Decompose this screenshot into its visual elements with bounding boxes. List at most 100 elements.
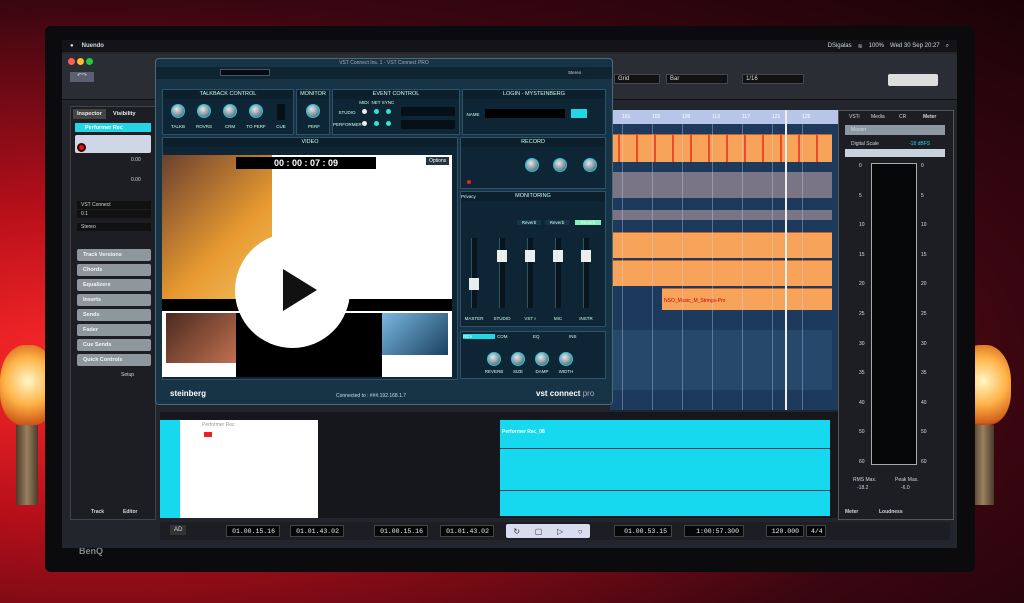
reverb-knob[interactable]: [487, 352, 501, 366]
tab-media[interactable]: Media: [871, 114, 885, 120]
close-button[interactable]: [68, 58, 75, 65]
audio-clip[interactable]: [610, 232, 832, 258]
record-button[interactable]: [204, 432, 212, 437]
preset-select[interactable]: Stereo: [566, 69, 596, 77]
master-fader[interactable]: [469, 238, 479, 308]
audio-clip-strings[interactable]: NSO_Music_M_Strings-Pro: [662, 288, 832, 310]
position-bars[interactable]: 01.00.53.15: [614, 525, 672, 537]
user-name[interactable]: DSigalas: [828, 43, 852, 50]
track-name[interactable]: Performer Rec: [75, 123, 151, 132]
automation-lane[interactable]: [610, 210, 832, 220]
undo-redo-buttons[interactable]: ↶↷: [70, 72, 94, 82]
tab-rev[interactable]: REV: [463, 334, 495, 339]
perf-knob[interactable]: [306, 104, 320, 118]
studio-fader[interactable]: [497, 238, 507, 308]
automation-lane[interactable]: [610, 172, 832, 198]
wifi-icon[interactable]: ≋: [858, 43, 863, 50]
setup-button[interactable]: Setup: [121, 372, 134, 378]
section-cue-sends[interactable]: Cue Sends: [77, 339, 151, 351]
punch-out-position[interactable]: 01.01.43.02: [440, 525, 494, 537]
rovrs-knob[interactable]: [197, 104, 211, 118]
record-led[interactable]: [467, 180, 471, 184]
tab-cr[interactable]: CR: [899, 114, 906, 120]
stop-icon[interactable]: ▢: [535, 527, 543, 536]
grid-type-select[interactable]: Bar: [666, 74, 728, 84]
clock[interactable]: Wed 30 Sep 20:27: [890, 43, 940, 50]
grid-mode-select[interactable]: Grid: [614, 74, 660, 84]
record-gain-knob[interactable]: [525, 158, 539, 172]
digital-scale-value[interactable]: -18 dBFS: [909, 141, 930, 147]
tab-meter[interactable]: Meter: [923, 114, 936, 120]
search-icon[interactable]: ⌕: [946, 43, 949, 50]
tempo[interactable]: 120.000: [766, 525, 804, 537]
tab-track[interactable]: Track: [91, 509, 104, 515]
volume-value[interactable]: 0.00: [131, 157, 141, 163]
punch-in-position[interactable]: 01.00.15.16: [374, 525, 428, 537]
video-play-button[interactable]: [235, 233, 350, 348]
section-fader[interactable]: Fader: [77, 324, 151, 336]
battery[interactable]: 100%: [869, 43, 884, 50]
audio-clip[interactable]: [610, 134, 832, 162]
tab-inspector[interactable]: Inspector: [73, 109, 106, 119]
section-track-versions[interactable]: Track Versions: [77, 249, 151, 261]
play-icon[interactable]: ▷: [557, 527, 563, 536]
tab-loudness[interactable]: Loudness: [879, 509, 903, 515]
reverb-send-button[interactable]: Reverb: [575, 220, 601, 225]
privacy-button[interactable]: Privacy: [461, 194, 483, 199]
minimize-button[interactable]: [77, 58, 84, 65]
section-quick-controls[interactable]: Quick Controls: [77, 354, 151, 366]
editor-track-name[interactable]: Performer Rec: [202, 422, 235, 428]
ad-button[interactable]: AD: [170, 525, 187, 535]
quantize-select[interactable]: 1/16: [742, 74, 804, 84]
section-chords[interactable]: Chords: [77, 264, 151, 276]
tab-ins[interactable]: INS: [569, 334, 603, 339]
tab-com[interactable]: COM: [497, 334, 531, 339]
cue-button[interactable]: [277, 104, 285, 120]
arrangement-view[interactable]: 101 105 109 113 117 121 125 NSO_Music_M_…: [610, 110, 838, 410]
right-locator[interactable]: 01.01.43.02: [290, 525, 344, 537]
tab-vsti[interactable]: VSTi: [849, 114, 860, 120]
width-knob[interactable]: [559, 352, 573, 366]
editor-track-list[interactable]: Performer Rec: [160, 420, 318, 518]
output-routing[interactable]: 0.1: [77, 210, 151, 218]
name-input[interactable]: [485, 109, 565, 118]
input-routing[interactable]: VST Connect: [77, 201, 151, 209]
window-layout-buttons[interactable]: [888, 74, 938, 86]
meter-buttons[interactable]: [845, 149, 945, 157]
tab-visibility[interactable]: Visibility: [109, 109, 140, 119]
record-gain-knob[interactable]: [553, 158, 567, 172]
crm-knob[interactable]: [223, 104, 237, 118]
tab-editor[interactable]: Editor: [123, 509, 137, 515]
video-options-button[interactable]: Options: [426, 157, 450, 165]
login-confirm-button[interactable]: [571, 109, 587, 118]
record-enable-button[interactable]: [77, 143, 86, 152]
audio-track-lane[interactable]: [610, 330, 832, 390]
talkback-knob[interactable]: [171, 104, 185, 118]
record-icon[interactable]: ○: [578, 527, 583, 536]
meter-output-select[interactable]: Master: [845, 125, 945, 135]
record-gain-knob[interactable]: [583, 158, 597, 172]
size-knob[interactable]: [511, 352, 525, 366]
left-locator[interactable]: 01.00.15.16: [226, 525, 280, 537]
cycle-icon[interactable]: ↻: [513, 527, 520, 536]
instr-fader[interactable]: [581, 238, 591, 308]
damp-knob[interactable]: [535, 352, 549, 366]
apple-icon[interactable]: ●: [70, 43, 74, 49]
editor-event[interactable]: Performer Rec_08: [500, 420, 830, 516]
vsti-fader[interactable]: [525, 238, 535, 308]
position-time[interactable]: 1:00:57.300: [684, 525, 744, 537]
time-signature[interactable]: 4/4: [806, 525, 826, 537]
section-equalizers[interactable]: Equalizers: [77, 279, 151, 291]
tab-eq[interactable]: EQ: [533, 334, 567, 339]
app-menu[interactable]: Nuendo: [82, 43, 104, 49]
reverb-send-button[interactable]: Reverb: [545, 220, 569, 225]
playhead-cursor[interactable]: [785, 110, 787, 410]
reverb-send-button[interactable]: Reverb: [517, 220, 541, 225]
pan-value[interactable]: 0.00: [131, 177, 141, 183]
mic-fader[interactable]: [553, 238, 563, 308]
section-inserts[interactable]: Inserts: [77, 294, 151, 306]
preset-field[interactable]: [220, 69, 270, 76]
timeline-ruler[interactable]: 101 105 109 113 117 121 125: [610, 110, 838, 124]
thumbnail-left[interactable]: [166, 313, 236, 363]
channel-config[interactable]: Stereo: [77, 223, 151, 231]
